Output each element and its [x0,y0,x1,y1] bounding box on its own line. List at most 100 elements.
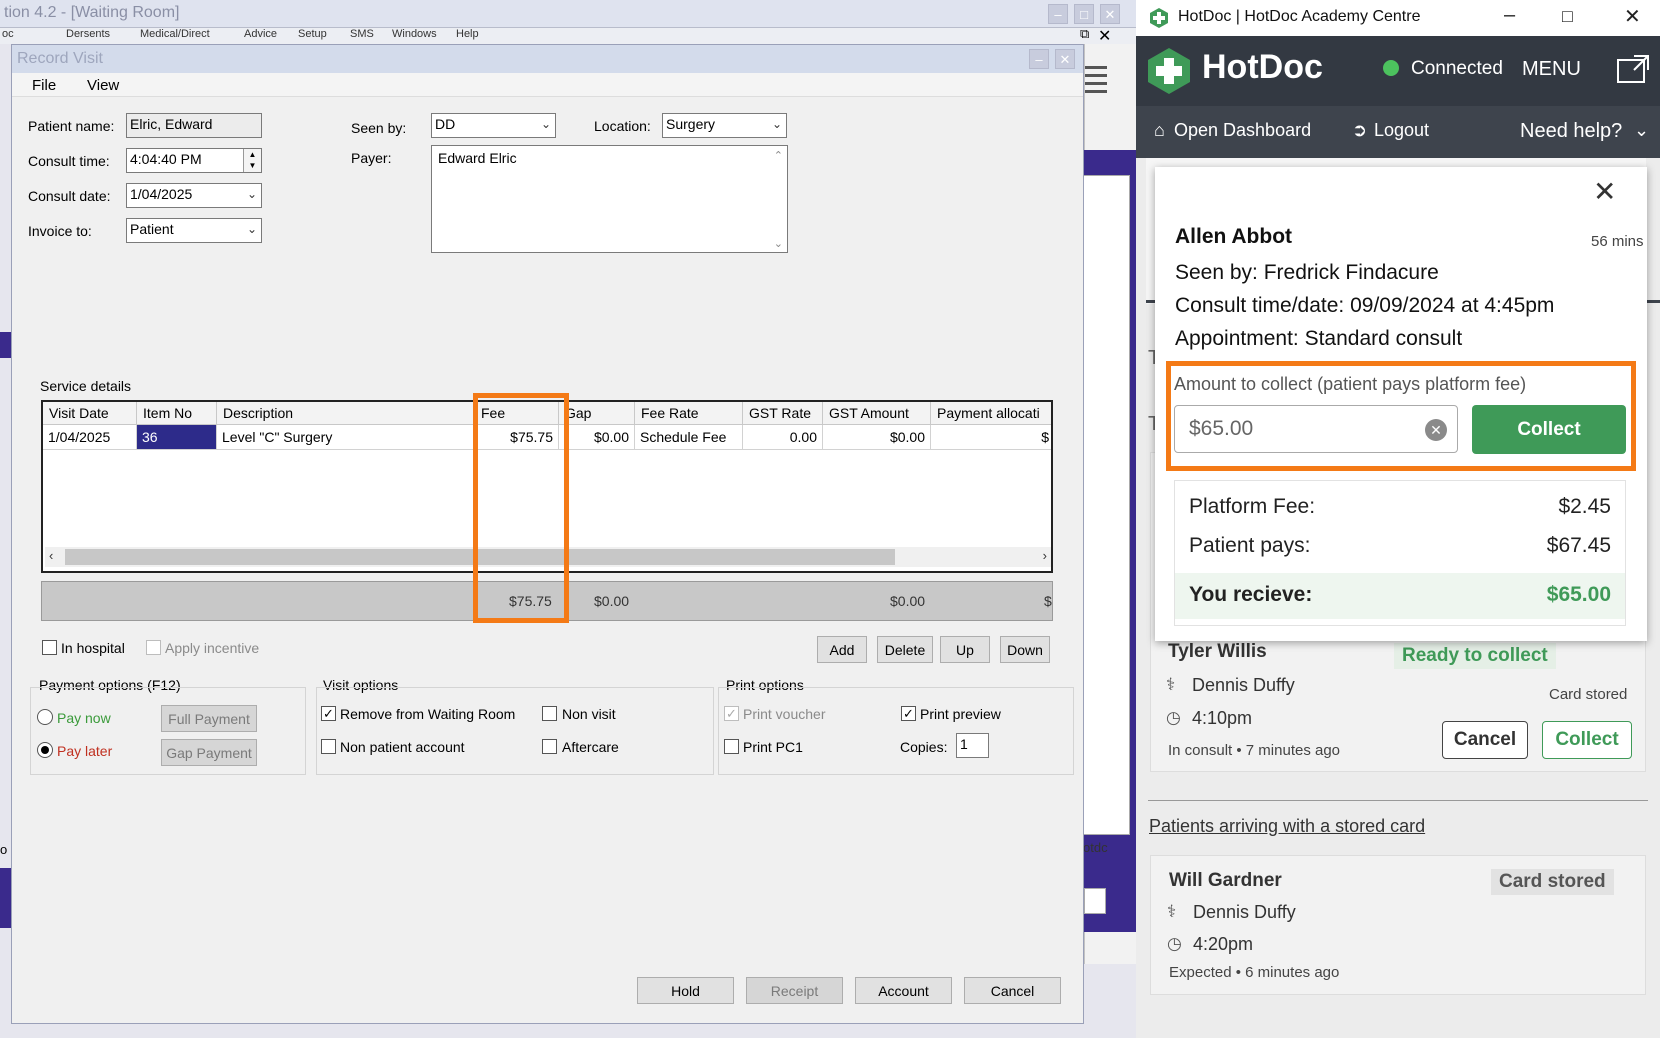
hd-minimize-icon[interactable]: – [1504,4,1515,27]
location-select[interactable]: Surgery ⌄ [662,113,787,138]
aftercare-checkbox[interactable] [542,739,557,754]
pay-later-radio[interactable] [37,742,53,758]
bg-menu-item[interactable]: Windows [392,28,437,40]
horizontal-scrollbar[interactable]: ‹ › [45,547,1051,567]
copies-input[interactable]: 1 [956,733,989,758]
consult-date-picker[interactable]: 1/04/2025 ⌄ [126,183,262,208]
clear-icon[interactable]: ✕ [1425,419,1447,441]
amount-input[interactable]: $65.00 ✕ [1174,405,1458,453]
column-header-payment-allocation[interactable]: Payment allocati [931,402,1051,425]
add-button[interactable]: Add [817,636,867,663]
hd-maximize-icon[interactable]: □ [1562,6,1573,27]
close-icon[interactable]: ✕ [1593,175,1616,208]
seen-by-select[interactable]: DD ⌄ [431,113,556,138]
invoice-to-value: Patient [130,221,174,237]
invoice-to-select[interactable]: Patient ⌄ [126,218,262,243]
gap-payment-button[interactable]: Gap Payment [161,739,257,766]
full-payment-button[interactable]: Full Payment [161,705,257,732]
platform-fee-label: Platform Fee: [1189,495,1316,518]
scroll-right-icon[interactable]: › [1043,548,1047,563]
rv-close-button[interactable]: ✕ [1055,49,1075,69]
cell-gap[interactable]: $0.00 [559,425,635,450]
column-header-gst-rate[interactable]: GST Rate [743,402,823,425]
bg-menu-item[interactable]: Advice [244,28,277,40]
service-details-grid[interactable]: Visit Date Item No Description Fee Gap F… [41,400,1053,573]
card1-doctor: Dennis Duffy [1192,675,1295,695]
column-header-description[interactable]: Description [217,402,475,425]
bg-child-close-icon[interactable]: ✕ [1098,26,1111,46]
cell-description[interactable]: Level "C" Surgery [217,425,475,450]
cell-fee[interactable]: $75.75 [475,425,559,450]
scroll-left-icon[interactable]: ‹ [49,548,53,563]
in-hospital-checkbox[interactable] [42,640,57,655]
scroll-down-icon[interactable]: ⌄ [774,237,783,250]
hold-button[interactable]: Hold [637,977,734,1004]
down-button[interactable]: Down [1000,636,1050,663]
delete-button[interactable]: Delete [877,636,933,663]
pay-now-radio[interactable] [37,709,53,725]
bg-menu-item[interactable]: Medical/Direct [140,28,210,40]
bg-menu-item[interactable]: Help [456,28,479,40]
column-header-item-no[interactable]: Item No [137,402,217,425]
card2-time: 4:20pm [1193,934,1254,954]
receipt-button[interactable]: Receipt [746,977,843,1004]
scrollbar-thumb[interactable] [65,549,895,565]
column-header-fee[interactable]: Fee [475,402,559,425]
consult-date-value: 1/04/2025 [130,186,193,202]
column-header-gap[interactable]: Gap [559,402,635,425]
column-header-visit-date[interactable]: Visit Date [43,402,137,425]
cancel-button[interactable]: Cancel [964,977,1061,1004]
stored-card-section-link[interactable]: Patients arriving with a stored card [1149,816,1425,837]
cell-fee-rate[interactable]: Schedule Fee [635,425,743,450]
bg-maximize-button[interactable]: □ [1074,4,1094,24]
column-header-gst-amount[interactable]: GST Amount [823,402,931,425]
open-dashboard-link[interactable]: Open Dashboard [1174,120,1311,141]
bg-menu-item[interactable]: SMS [350,28,374,40]
rv-minimize-button[interactable]: – [1029,49,1049,69]
print-pc1-checkbox[interactable] [724,739,739,754]
chevron-down-icon[interactable]: ⌄ [1634,120,1649,141]
card1-cancel-button[interactable]: Cancel [1442,721,1528,759]
total-fee: $75.75 [509,593,552,609]
menu-file[interactable]: File [32,77,56,94]
cell-item-no[interactable]: 36 [137,425,217,450]
bg-close-button[interactable]: ✕ [1100,4,1120,24]
bg-menu-item[interactable]: oc [2,28,14,40]
card1-collect-button[interactable]: Collect [1542,721,1632,759]
total-gap: $0.00 [594,593,630,609]
need-help-dropdown[interactable]: Need help? [1520,120,1622,143]
hotdoc-window-title: HotDoc | HotDoc Academy Centre [1178,8,1421,25]
bg-minimize-button[interactable]: – [1048,4,1068,24]
popout-icon[interactable] [1616,54,1650,84]
account-button[interactable]: Account [855,977,952,1004]
bg-menu-item[interactable]: Dersents [66,28,110,40]
cell-gst-amount[interactable]: $0.00 [823,425,931,450]
menu-button[interactable]: MENU [1522,58,1581,81]
consult-time-field[interactable]: 4:04:40 PM ▲ ▼ [126,148,262,173]
record-visit-title-bar: Record Visit – ✕ [12,45,1083,73]
scroll-up-icon[interactable]: ⌃ [774,149,783,162]
non-patient-account-checkbox[interactable] [321,739,336,754]
cell-payment-allocation[interactable]: $ [931,425,1051,450]
bg-right-white-panel [1082,175,1130,835]
bg-left-text: o [0,842,8,857]
card2[interactable]: Will Gardner Card stored ⚕ Dennis Duffy … [1150,855,1646,995]
print-preview-checkbox[interactable] [901,706,916,721]
consult-time-label: Consult time: [28,153,110,169]
logout-link[interactable]: Logout [1374,120,1429,141]
menu-view[interactable]: View [87,77,119,94]
bg-menu-item[interactable]: Setup [298,28,327,40]
cell-gst-rate[interactable]: 0.00 [743,425,823,450]
collect-button[interactable]: Collect [1472,405,1626,454]
up-button[interactable]: Up [940,636,990,663]
apply-incentive-checkbox [146,640,161,655]
non-visit-checkbox[interactable] [542,706,557,721]
you-receive-label: You recieve: [1189,583,1313,606]
time-spinner-icon[interactable]: ▲ ▼ [243,149,261,172]
remove-from-waiting-room-checkbox[interactable] [321,706,336,721]
payer-textarea[interactable]: Edward Elric ⌃ ⌄ [431,145,788,253]
cell-visit-date[interactable]: 1/04/2025 [43,425,137,450]
hd-close-icon[interactable]: ✕ [1624,4,1641,29]
bg-child-restore-icon[interactable]: ⧉ [1080,26,1089,42]
column-header-fee-rate[interactable]: Fee Rate [635,402,743,425]
